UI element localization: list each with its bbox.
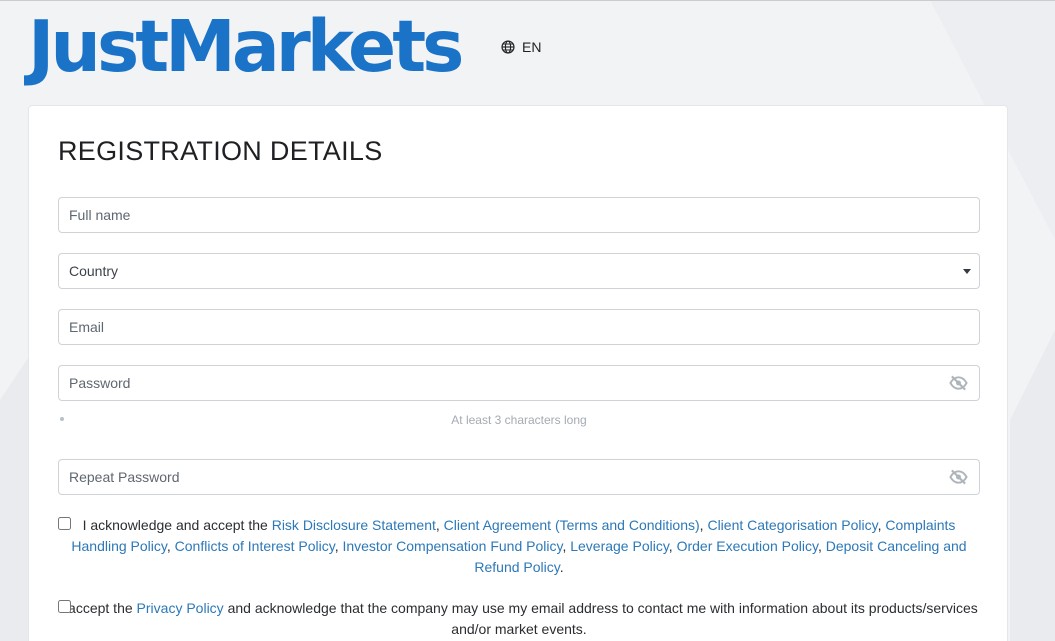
header: JustMarkets EN [0,0,1055,100]
separator: , [668,538,677,554]
language-selector[interactable]: EN [501,39,541,55]
separator: , [817,538,826,554]
email-input[interactable] [69,310,969,344]
eye-slash-icon[interactable] [949,375,968,391]
leverage-policy-link[interactable]: Leverage Policy [570,538,669,554]
order-execution-link[interactable]: Order Execution Policy [677,538,818,554]
password-input[interactable] [69,366,969,400]
country-select[interactable]: Country [58,253,980,289]
privacy-checkbox[interactable] [58,600,71,613]
password-field [58,365,980,401]
repeat-password-input[interactable] [69,460,969,494]
agreement-prefix: I acknowledge and accept the [82,517,272,533]
agreement-checkbox[interactable] [58,517,71,530]
globe-icon [501,40,515,54]
risk-disclosure-link[interactable]: Risk Disclosure Statement [272,517,436,533]
registration-card: REGISTRATION DETAILS Country At least 3 … [28,105,1008,641]
language-label: EN [522,39,542,55]
agreement-row: I acknowledge and accept the Risk Disclo… [58,515,980,578]
full-name-input[interactable] [69,198,969,232]
full-name-field [58,197,980,233]
country-select-value: Country [69,263,119,279]
privacy-row: I accept the Privacy Policy and acknowle… [58,598,980,640]
password-hint: At least 3 characters long [451,413,587,427]
brand-logo[interactable]: JustMarkets [28,6,464,88]
separator: , [435,517,444,533]
agreement-text: I acknowledge and accept the Risk Disclo… [58,515,980,578]
eye-slash-icon[interactable] [949,469,968,485]
client-agreement-link[interactable]: Client Agreement (Terms and Conditions) [444,517,700,533]
privacy-policy-link[interactable]: Privacy Policy [137,600,224,616]
page-title: REGISTRATION DETAILS [58,136,383,166]
caret-down-icon [963,268,971,274]
privacy-suffix: and acknowledge that the company may use… [223,600,978,637]
privacy-prefix: I accept the [60,600,137,616]
investor-compensation-link[interactable]: Investor Compensation Fund Policy [342,538,562,554]
conflicts-of-interest-link[interactable]: Conflicts of Interest Policy [175,538,335,554]
agreement-suffix: . [559,559,564,575]
client-categorisation-link[interactable]: Client Categorisation Policy [707,517,877,533]
separator: , [166,538,175,554]
email-field [58,309,980,345]
privacy-text: I accept the Privacy Policy and acknowle… [58,598,980,640]
repeat-password-field [58,459,980,495]
